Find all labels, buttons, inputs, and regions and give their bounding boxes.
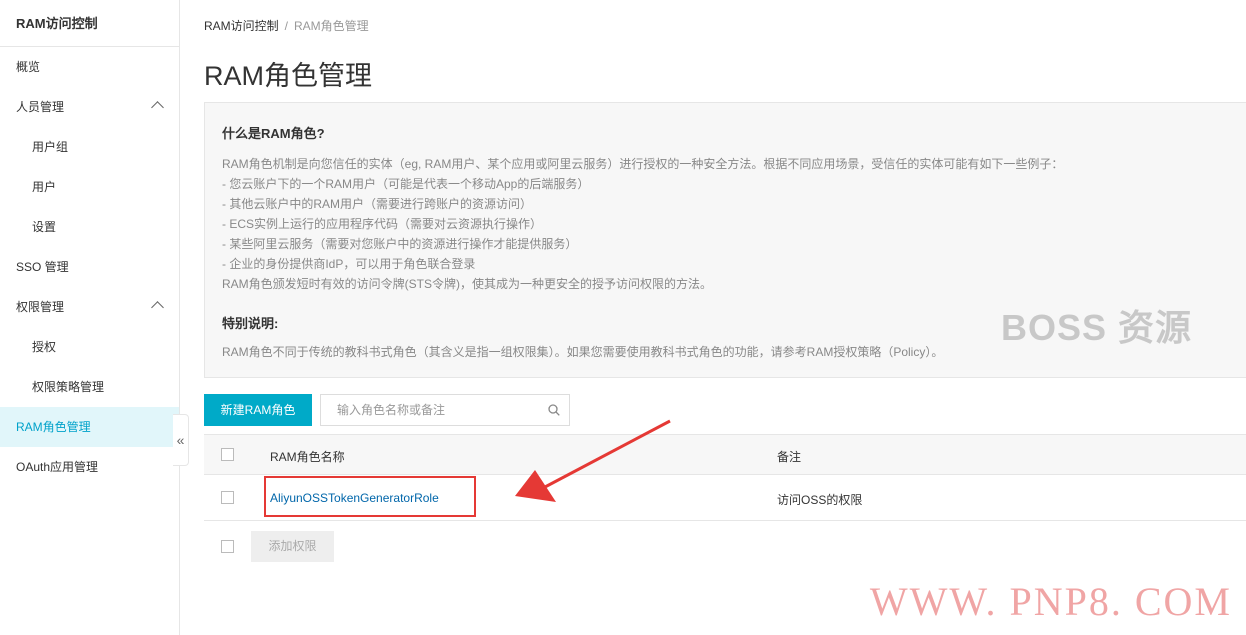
info-panel: 什么是RAM角色? RAM角色机制是向您信任的实体（eg, RAM用户、某个应用… <box>204 102 1246 378</box>
sidebar-item-label: 人员管理 <box>16 100 65 114</box>
sidebar-item-people[interactable]: 人员管理 <box>0 87 179 127</box>
sidebar-item-label: 用户 <box>32 180 57 194</box>
add-permission-button[interactable]: 添加权限 <box>251 531 334 562</box>
sidebar-item-label: OAuth应用管理 <box>16 460 99 474</box>
sidebar-item-policies[interactable]: 权限策略管理 <box>0 367 179 407</box>
sidebar-item-overview[interactable]: 概览 <box>0 47 179 87</box>
sidebar-item-ram-roles[interactable]: RAM角色管理 <box>0 407 179 447</box>
info-line: - 企业的身份提供商IdP，可以用于角色联合登录 <box>222 257 476 271</box>
sidebar-item-sso[interactable]: SSO 管理 <box>0 247 179 287</box>
breadcrumb: RAM访问控制 / RAM角色管理 <box>204 17 369 34</box>
highlight-box <box>264 476 476 517</box>
chevron-up-icon <box>151 101 164 114</box>
chevron-up-icon <box>151 301 164 314</box>
search-input[interactable] <box>321 395 531 425</box>
breadcrumb-current: RAM角色管理 <box>294 19 369 33</box>
boss-watermark: BOSS 资源 <box>1000 307 1192 348</box>
info-heading: 什么是RAM角色? <box>222 126 325 141</box>
sidebar-item-label: 授权 <box>32 340 57 354</box>
sidebar-item-grants[interactable]: 授权 <box>0 327 179 367</box>
main-content: RAM访问控制 / RAM角色管理 RAM角色管理 什么是RAM角色? RAM角色机… <box>181 0 1246 635</box>
table-row: AliyunOSSTokenGeneratorRole 访问OSS的权限 <box>204 475 1246 521</box>
breadcrumb-separator: / <box>284 19 289 33</box>
info-line: - 某些阿里云服务（需要对您账户中的资源进行操作才能提供服务） <box>222 237 578 251</box>
column-header-name: RAM角色名称 <box>270 450 345 464</box>
info-line: - ECS实例上运行的应用程序代码（需要对云资源执行操作） <box>222 217 543 231</box>
sidebar-item-label: 权限策略管理 <box>32 380 105 394</box>
sidebar-item-oauth[interactable]: OAuth应用管理 <box>0 447 179 487</box>
info-line: - 其他云账户中的RAM用户（需要进行跨账户的资源访问） <box>222 197 532 211</box>
sidebar-item-permissions[interactable]: 权限管理 <box>0 287 179 327</box>
create-ram-role-button[interactable]: 新建RAM角色 <box>204 394 312 426</box>
row-checkbox[interactable] <box>221 491 234 504</box>
sidebar: RAM访问控制 概览 人员管理 用户组 用户 设置 SSO 管理 权限管理 授权… <box>0 0 180 635</box>
info-line: RAM角色机制是向您信任的实体（eg, RAM用户、某个应用或阿里云服务）进行授… <box>222 157 1064 171</box>
search-box <box>320 394 570 426</box>
role-note: 访问OSS的权限 <box>777 493 863 507</box>
sidebar-item-settings[interactable]: 设置 <box>0 207 179 247</box>
info-line: RAM角色颁发短时有效的访问令牌(STS令牌)，使其成为一种更安全的授予访问权限… <box>222 277 712 291</box>
sidebar-item-label: SSO 管理 <box>16 260 69 274</box>
table-footer: 添加权限 <box>204 521 1246 571</box>
select-all-checkbox[interactable] <box>221 448 234 461</box>
column-header-note: 备注 <box>777 450 802 464</box>
page-title: RAM角色管理 <box>204 61 372 91</box>
footer-checkbox[interactable] <box>221 540 234 553</box>
sidebar-title: RAM访问控制 <box>0 0 179 47</box>
sidebar-item-label: 设置 <box>32 220 57 234</box>
site-watermark: WWW. PNP8. COM <box>869 579 1232 624</box>
sidebar-item-label: RAM角色管理 <box>16 420 91 434</box>
sidebar-item-label: 权限管理 <box>16 300 65 314</box>
sidebar-item-users[interactable]: 用户 <box>0 167 179 207</box>
sidebar-item-groups[interactable]: 用户组 <box>0 127 179 167</box>
info-line: - 您云账户下的一个RAM用户（可能是代表一个移动App的后端服务） <box>222 177 590 191</box>
roles-table: RAM角色名称 备注 AliyunOSSTokenGeneratorRole 访… <box>204 434 1246 571</box>
sidebar-item-label: 用户组 <box>32 140 69 154</box>
breadcrumb-root[interactable]: RAM访问控制 <box>204 19 279 33</box>
table-header: RAM角色名称 备注 <box>204 434 1246 475</box>
sidebar-item-label: 概览 <box>16 60 41 74</box>
search-icon[interactable] <box>548 404 560 416</box>
